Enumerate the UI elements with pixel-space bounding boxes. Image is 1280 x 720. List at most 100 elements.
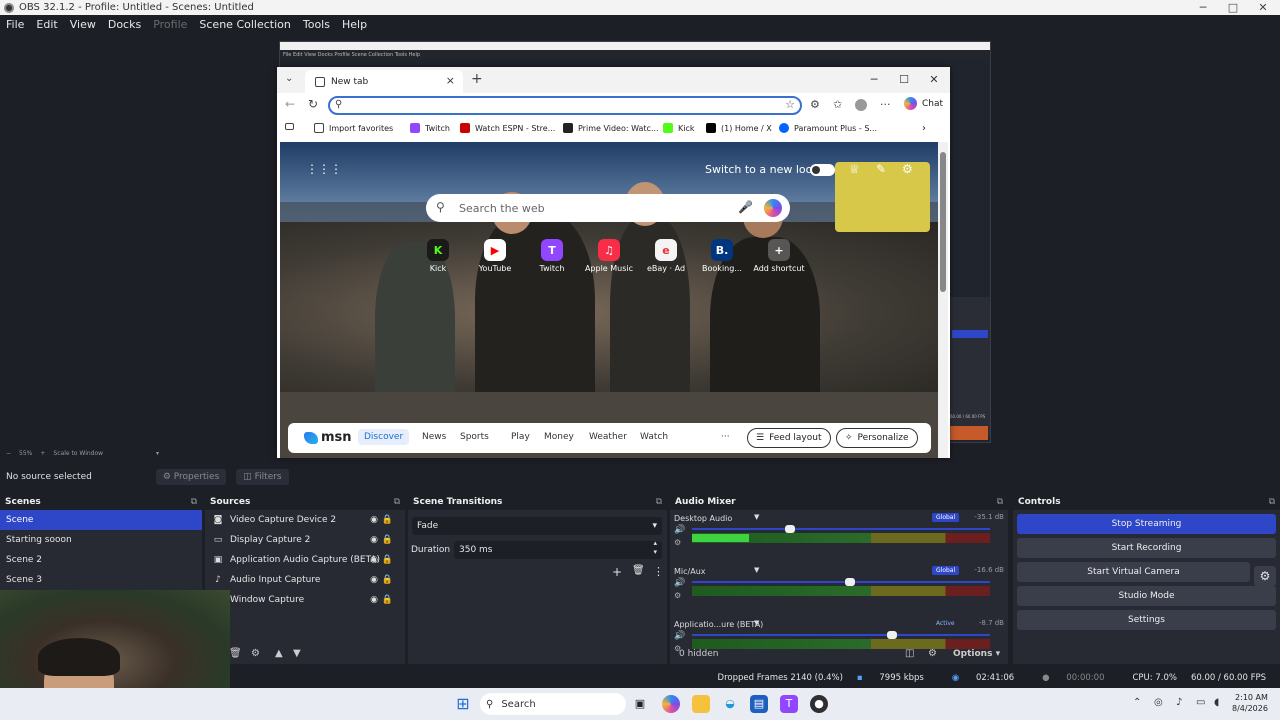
rewards-icon[interactable]: ♕	[849, 162, 860, 176]
studio-mode-button[interactable]: Studio Mode	[1017, 586, 1276, 606]
menu-help[interactable]: Help	[336, 18, 373, 31]
personalize-button[interactable]: ✧ Personalize	[836, 428, 918, 448]
msn-tab-weather[interactable]: Weather	[589, 432, 627, 442]
fav-prime-video[interactable]: Prime Video: Watc...	[563, 123, 659, 133]
move-down-icon[interactable]: ▼	[293, 648, 301, 659]
refresh-icon[interactable]: ↻	[308, 97, 318, 111]
shortcut-kick[interactable]: K Kick	[408, 239, 468, 273]
favorites-icon[interactable]: ✩	[833, 98, 842, 111]
maximize-button[interactable]: □	[1218, 0, 1248, 15]
volume-fader[interactable]	[692, 631, 990, 639]
msn-tab-money[interactable]: Money	[544, 432, 574, 442]
channel-menu-chevron-icon[interactable]: ▼	[754, 513, 759, 521]
profile-avatar-icon[interactable]	[855, 99, 867, 111]
channel-menu-chevron-icon[interactable]: ▼	[754, 619, 759, 627]
tray-volume-icon[interactable]: ◖	[1214, 697, 1219, 708]
lock-icon[interactable]: 🔒	[382, 590, 393, 610]
dock-float-icon[interactable]: ⧉	[656, 495, 662, 510]
menu-file[interactable]: File	[0, 18, 30, 31]
fav-paramount[interactable]: Paramount Plus - S...	[779, 123, 877, 133]
mixer-settings-icon[interactable]: ⚙	[928, 648, 937, 659]
taskbar-clock[interactable]: 2:10 AM 8/4/2026	[1232, 692, 1268, 714]
stop-streaming-button[interactable]: Stop Streaming	[1017, 514, 1276, 534]
tray-mic-icon[interactable]: ♪	[1176, 697, 1182, 708]
menu-view[interactable]: View	[64, 18, 102, 31]
source-item[interactable]: ▭ Display Capture 2 ◉ 🔒	[205, 530, 405, 550]
menu-profile[interactable]: Profile	[147, 18, 193, 31]
msn-logo[interactable]: msn	[304, 430, 352, 445]
msn-more-icon[interactable]: ···	[721, 432, 730, 442]
fav-twitch[interactable]: Twitch	[410, 123, 450, 133]
transition-select[interactable]: Fade ▾	[412, 517, 662, 535]
virtual-camera-gear-icon[interactable]: ⚙	[1254, 566, 1276, 586]
edit-icon[interactable]: ✎	[876, 162, 886, 176]
favorite-star-icon[interactable]: ☆	[785, 98, 795, 111]
add-transition-icon[interactable]: +	[612, 565, 622, 579]
move-up-icon[interactable]: ▲	[275, 648, 283, 659]
newtab-scrollbar[interactable]	[938, 142, 948, 458]
dock-float-icon[interactable]: ⧉	[191, 495, 197, 510]
close-tab-icon[interactable]: ×	[446, 74, 455, 87]
browser-tab[interactable]: New tab ×	[305, 70, 463, 93]
obs-taskbar-icon[interactable]: ●	[810, 695, 828, 713]
lock-icon[interactable]: 🔒	[382, 530, 393, 550]
menu-scene-collection[interactable]: Scene Collection	[193, 18, 296, 31]
delete-source-icon[interactable]: 🗑	[229, 648, 242, 659]
browser-close-icon[interactable]: ✕	[920, 71, 948, 89]
scene-item[interactable]: Scene	[0, 510, 202, 530]
taskbar-search[interactable]: ⚲ Search	[480, 693, 626, 715]
address-bar[interactable]: ⚲ ☆	[328, 96, 802, 115]
source-item[interactable]: ◙ Video Capture Device 2 ◉ 🔒	[205, 510, 405, 530]
source-settings-gear-icon[interactable]: ⚙	[251, 648, 260, 659]
mixer-options-button[interactable]: Options ▾	[953, 649, 1000, 659]
dock-float-icon[interactable]: ⧉	[394, 495, 400, 510]
scene-item[interactable]: Starting sooon	[0, 530, 202, 550]
remove-transition-icon[interactable]: 🗑	[632, 565, 645, 576]
shortcut-apple-music[interactable]: ♫ Apple Music	[579, 239, 639, 273]
source-item[interactable]: □Window Capture◉🔒	[205, 590, 405, 610]
back-icon[interactable]: ←	[285, 97, 295, 111]
more-icon[interactable]: ···	[880, 98, 891, 111]
speaker-icon[interactable]: 🔊	[674, 578, 685, 588]
lock-icon[interactable]: 🔒	[382, 570, 393, 590]
apps-grid-icon[interactable]: ⋮⋮⋮	[306, 162, 342, 176]
feed-layout-button[interactable]: ☰ Feed layout	[747, 428, 831, 448]
close-button[interactable]: ✕	[1248, 0, 1278, 15]
msn-tab-watch[interactable]: Watch	[640, 432, 668, 442]
scene-item[interactable]: Scene 2	[0, 550, 202, 570]
channel-menu-chevron-icon[interactable]: ▼	[754, 566, 759, 574]
fav-x[interactable]: (1) Home / X	[706, 123, 772, 133]
channel-settings-icon[interactable]: ⚙	[674, 538, 681, 547]
shortcut-ebay[interactable]: e eBay · Ad	[636, 239, 696, 273]
channel-settings-icon[interactable]: ⚙	[674, 591, 681, 600]
dock-float-icon[interactable]: ⧉	[997, 495, 1003, 510]
filters-button[interactable]: ◫ Filters	[236, 468, 289, 485]
settings-button[interactable]: Settings	[1017, 610, 1276, 630]
start-menu-icon[interactable]: ⊞	[454, 695, 472, 713]
msn-tab-discover[interactable]: Discover	[358, 429, 410, 445]
browser-minimize-icon[interactable]: ─	[860, 71, 888, 89]
lock-icon[interactable]: 🔒	[382, 550, 393, 570]
favorites-folder-icon[interactable]	[285, 123, 299, 130]
copilot-chat-button[interactable]: Chat	[904, 97, 943, 110]
zoom-in-icon[interactable]: +	[40, 450, 45, 457]
duration-input[interactable]: 350 ms ▴ ▾	[454, 539, 662, 559]
msn-tab-play[interactable]: Play	[511, 432, 530, 442]
edge-icon[interactable]: ◒	[721, 695, 739, 713]
file-explorer-icon[interactable]	[692, 695, 710, 713]
twitch-taskbar-icon[interactable]: T	[780, 695, 798, 713]
volume-fader[interactable]	[692, 525, 990, 533]
store-icon[interactable]: ▤	[750, 695, 768, 713]
fav-import[interactable]: Import favorites	[314, 123, 393, 133]
volume-fader[interactable]	[692, 578, 990, 586]
tray-network-icon[interactable]: ◎	[1154, 697, 1163, 708]
task-view-icon[interactable]: ▣	[631, 695, 649, 713]
lock-icon[interactable]: 🔒	[382, 510, 393, 530]
speaker-icon[interactable]: 🔊	[674, 631, 685, 641]
menu-tools[interactable]: Tools	[297, 18, 336, 31]
mixer-layout-icon[interactable]: ◫	[905, 648, 914, 659]
source-item[interactable]: ▣ Application Audio Capture (BETA) ◉ 🔒	[205, 550, 405, 570]
extensions-icon[interactable]: ⚙	[810, 98, 820, 111]
msn-tab-news[interactable]: News	[422, 432, 446, 442]
visibility-eye-icon[interactable]: ◉	[370, 590, 378, 610]
